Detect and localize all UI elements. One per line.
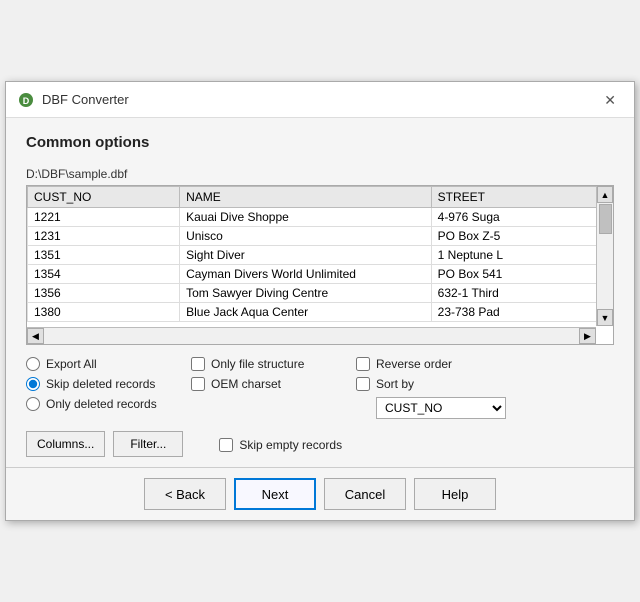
table-row[interactable]: 1356Tom Sawyer Diving Centre632-1 Third (28, 284, 613, 303)
table-cell: Cayman Divers World Unlimited (180, 265, 432, 284)
check-reverse-order-input[interactable] (356, 357, 370, 371)
scroll-up-arrow[interactable]: ▲ (597, 186, 613, 203)
title-bar-left: D DBF Converter (18, 92, 129, 108)
table-cell: Kauai Dive Shoppe (180, 208, 432, 227)
scroll-thumb[interactable] (599, 204, 612, 234)
window-title: DBF Converter (42, 92, 129, 107)
table-cell: Tom Sawyer Diving Centre (180, 284, 432, 303)
next-button[interactable]: Next (234, 478, 316, 510)
horizontal-scrollbar[interactable]: ◀ ▶ (27, 327, 596, 344)
table-cell: 1231 (28, 227, 180, 246)
radio-only-deleted-label: Only deleted records (46, 397, 157, 411)
table-cell: Unisco (180, 227, 432, 246)
columns-button[interactable]: Columns... (26, 431, 105, 457)
scroll-down-arrow[interactable]: ▼ (597, 309, 613, 326)
check-only-file-structure[interactable]: Only file structure (191, 357, 346, 371)
close-button[interactable]: ✕ (598, 91, 622, 109)
check-reverse-order[interactable]: Reverse order (356, 357, 516, 371)
footer: < Back Next Cancel Help (6, 467, 634, 520)
table-cell: 1356 (28, 284, 180, 303)
file-path: D:\DBF\sample.dbf (26, 167, 614, 181)
table-cell: 1380 (28, 303, 180, 322)
col-header-name: NAME (180, 187, 432, 208)
check-only-file-structure-label: Only file structure (211, 357, 304, 371)
table-row[interactable]: 1351Sight Diver1 Neptune L (28, 246, 613, 265)
check-skip-empty-input[interactable] (219, 438, 233, 452)
vertical-scrollbar[interactable]: ▲ ▼ (596, 186, 613, 326)
radio-skip-deleted[interactable]: Skip deleted records (26, 377, 181, 391)
col-header-street: STREET (431, 187, 612, 208)
radio-skip-deleted-input[interactable] (26, 377, 40, 391)
check-only-file-structure-input[interactable] (191, 357, 205, 371)
check-oem-charset-input[interactable] (191, 377, 205, 391)
radio-export-all-label: Export All (46, 357, 97, 371)
options-area: Export All Skip deleted records Only del… (26, 357, 614, 419)
check-oem-charset[interactable]: OEM charset (191, 377, 346, 391)
radio-export-all[interactable]: Export All (26, 357, 181, 371)
cancel-button[interactable]: Cancel (324, 478, 406, 510)
table-row[interactable]: 1380Blue Jack Aqua Center23-738 Pad (28, 303, 613, 322)
table-row[interactable]: 1221Kauai Dive Shoppe4-976 Suga (28, 208, 613, 227)
table-cell: 23-738 Pad (431, 303, 612, 322)
table-row[interactable]: 1354Cayman Divers World UnlimitedPO Box … (28, 265, 613, 284)
export-options-col: Export All Skip deleted records Only del… (26, 357, 181, 411)
check-sort-by-label: Sort by (376, 377, 414, 391)
table-cell: 1351 (28, 246, 180, 265)
check-sort-by-input[interactable] (356, 377, 370, 391)
filter-button[interactable]: Filter... (113, 431, 183, 457)
scroll-left-arrow[interactable]: ◀ (27, 328, 44, 344)
radio-only-deleted[interactable]: Only deleted records (26, 397, 181, 411)
radio-export-all-input[interactable] (26, 357, 40, 371)
check-sort-by[interactable]: Sort by (356, 377, 516, 391)
sort-select[interactable]: CUST_NO NAME STREET (376, 397, 506, 419)
svg-text:D: D (23, 96, 30, 106)
table-cell: 4-976 Suga (431, 208, 612, 227)
table-cell: PO Box Z-5 (431, 227, 612, 246)
back-button[interactable]: < Back (144, 478, 226, 510)
radio-skip-deleted-label: Skip deleted records (46, 377, 155, 391)
hscroll-track (44, 328, 579, 344)
main-window: D DBF Converter ✕ Common options D:\DBF\… (5, 81, 635, 521)
table-cell: 1221 (28, 208, 180, 227)
app-icon: D (18, 92, 34, 108)
check-reverse-order-label: Reverse order (376, 357, 452, 371)
table-row[interactable]: 1231UniscoPO Box Z-5 (28, 227, 613, 246)
action-buttons-row: Columns... Filter... Skip empty records (26, 431, 614, 457)
content-area: Common options D:\DBF\sample.dbf CUST_NO… (6, 118, 634, 467)
scroll-right-arrow[interactable]: ▶ (579, 328, 596, 344)
help-button[interactable]: Help (414, 478, 496, 510)
check-skip-empty[interactable]: Skip empty records (219, 438, 342, 452)
table-cell: PO Box 541 (431, 265, 612, 284)
title-bar: D DBF Converter ✕ (6, 82, 634, 118)
data-table: CUST_NO NAME STREET 1221Kauai Dive Shopp… (27, 186, 613, 322)
table-cell: 1 Neptune L (431, 246, 612, 265)
file-options-col: Only file structure OEM charset (191, 357, 346, 391)
table-cell: Sight Diver (180, 246, 432, 265)
radio-only-deleted-input[interactable] (26, 397, 40, 411)
check-oem-charset-label: OEM charset (211, 377, 281, 391)
table-cell: 1354 (28, 265, 180, 284)
table-cell: Blue Jack Aqua Center (180, 303, 432, 322)
table-cell: 632-1 Third (431, 284, 612, 303)
sort-options-col: Reverse order Sort by CUST_NO NAME STREE… (356, 357, 516, 419)
data-table-wrapper: CUST_NO NAME STREET 1221Kauai Dive Shopp… (26, 185, 614, 345)
col-header-cust-no: CUST_NO (28, 187, 180, 208)
check-skip-empty-label: Skip empty records (239, 438, 342, 452)
section-title: Common options (26, 134, 614, 151)
